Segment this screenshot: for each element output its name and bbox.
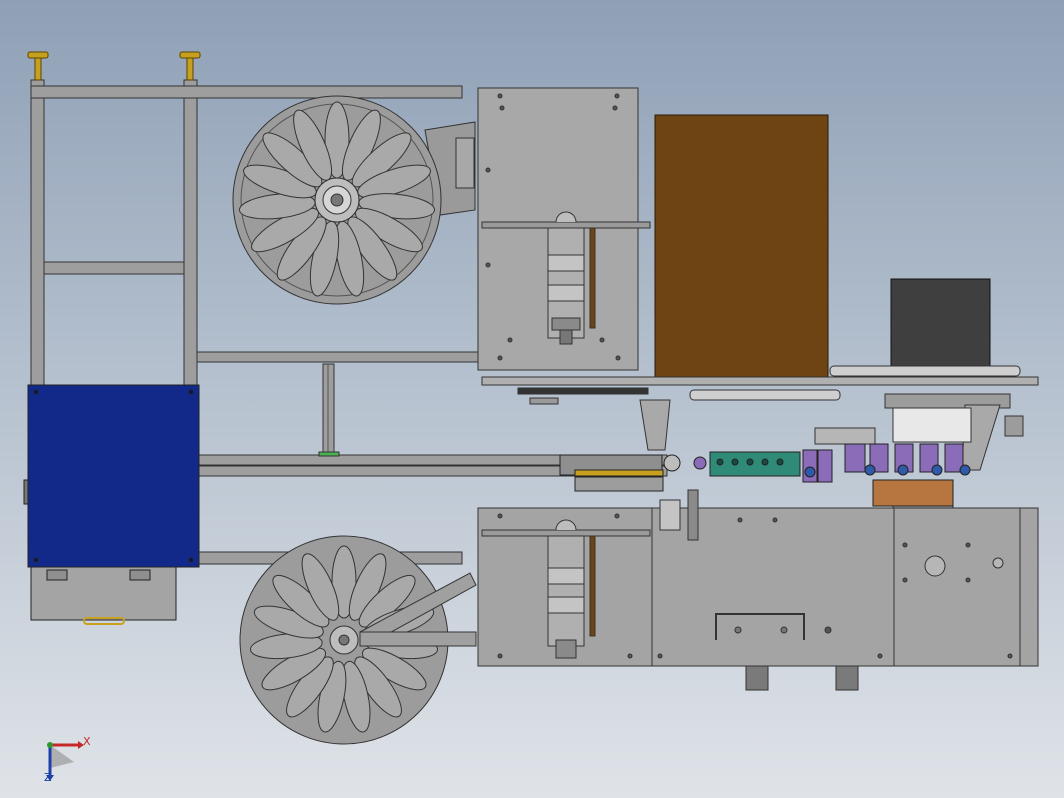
triad-x-label: X xyxy=(83,735,91,748)
triad-z-label: Z xyxy=(44,771,52,784)
cad-viewport[interactable]: X Z xyxy=(0,0,1064,798)
bottom-reel-wheel xyxy=(239,535,477,745)
brown-material-box xyxy=(654,114,829,378)
leveling-feet xyxy=(27,51,201,81)
feed-mechanism xyxy=(559,451,801,492)
electrical-cabinet xyxy=(23,384,200,625)
upper-process-plate xyxy=(477,87,651,371)
dark-gray-box xyxy=(890,278,991,378)
lower-base-cabinet xyxy=(477,489,1039,691)
machine-assembly-model[interactable] xyxy=(0,0,1064,798)
top-reel-wheel xyxy=(232,95,476,305)
